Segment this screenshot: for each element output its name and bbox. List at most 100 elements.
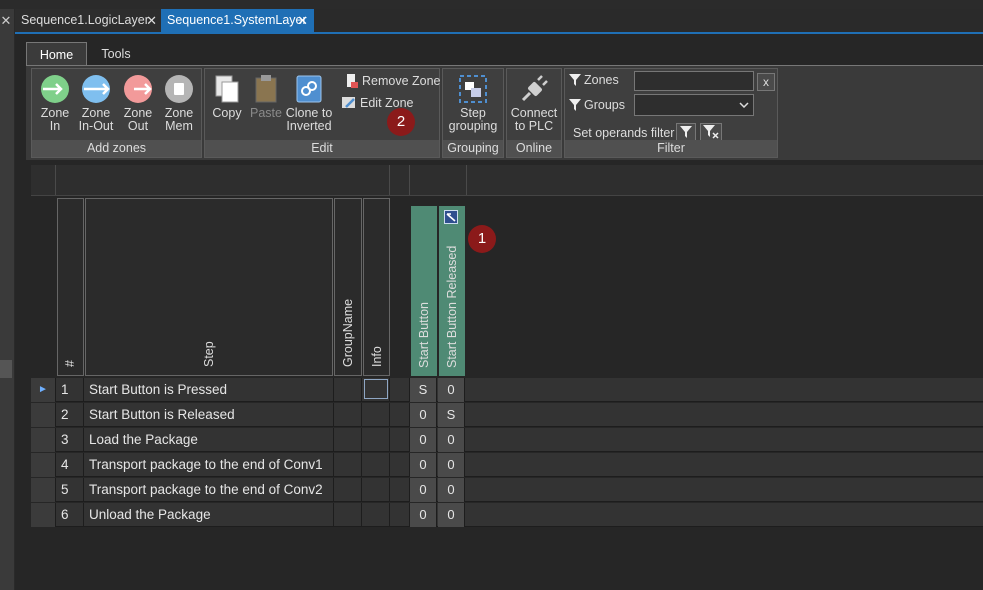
clear-filter-button[interactable] <box>700 123 722 141</box>
ribbon-tab-home[interactable]: Home <box>26 42 87 66</box>
row-selector[interactable] <box>31 403 56 427</box>
groups-filter-label: Groups <box>569 98 625 112</box>
funnel-icon <box>569 99 581 111</box>
row-info[interactable] <box>362 428 390 452</box>
table-row[interactable]: 2 Start Button is Released 0 S <box>31 403 983 427</box>
row-index[interactable]: 1 <box>56 378 84 402</box>
zone-in-out-button[interactable]: Zone In-Out <box>76 73 116 133</box>
tab-system-layer[interactable]: Sequence1.SystemLayer ✕ <box>161 9 314 32</box>
zone-column-header[interactable]: Start Button Released <box>439 206 465 376</box>
zone-cell[interactable]: 0 <box>438 453 465 477</box>
row-gap[interactable] <box>390 453 410 477</box>
row-step[interactable]: Load the Package <box>84 428 334 452</box>
funnel-icon <box>680 126 692 138</box>
row-groupname[interactable] <box>334 403 362 427</box>
row-groupname[interactable] <box>334 453 362 477</box>
groups-filter-select[interactable] <box>634 94 754 116</box>
zone-cell[interactable]: 0 <box>410 428 437 452</box>
row-gap[interactable] <box>390 478 410 502</box>
zone-in-button[interactable]: Zone In <box>35 73 75 133</box>
table-row[interactable]: 6 Unload the Package 0 0 <box>31 503 983 527</box>
left-panel-edge <box>0 9 14 590</box>
row-index[interactable]: 6 <box>56 503 84 527</box>
row-step[interactable]: Unload the Package <box>84 503 334 527</box>
row-selector[interactable] <box>31 503 56 527</box>
tab-close-icon[interactable]: ✕ <box>297 9 308 32</box>
tab-logic-layer[interactable]: Sequence1.LogicLayer ✕ <box>15 9 163 32</box>
zone-cell[interactable]: 0 <box>438 428 465 452</box>
zone-cell[interactable]: 0 <box>438 503 465 527</box>
zone-column-header[interactable]: Start Button <box>411 206 437 376</box>
zone-edit-icon[interactable] <box>444 210 458 224</box>
zone-out-button[interactable]: Zone Out <box>118 73 158 133</box>
tab-label: Sequence1.LogicLayer <box>21 13 149 27</box>
row-groupname[interactable] <box>334 428 362 452</box>
column-header-info[interactable]: Info <box>363 198 390 376</box>
copy-button[interactable]: Copy <box>207 73 247 120</box>
table-row[interactable]: 3 Load the Package 0 0 <box>31 428 983 452</box>
button-label: Inverted <box>286 119 332 133</box>
button-label: In-Out <box>78 119 114 133</box>
zone-cell[interactable]: 0 <box>438 478 465 502</box>
row-selector[interactable] <box>31 428 56 452</box>
callout-badge: 2 <box>387 108 415 136</box>
row-info[interactable] <box>362 453 390 477</box>
zone-cell[interactable]: S <box>438 403 465 427</box>
row-gap[interactable] <box>390 503 410 527</box>
chevron-down-icon <box>739 102 749 108</box>
remove-zone-button[interactable]: Remove Zone <box>345 73 441 89</box>
zone-cell[interactable]: 0 <box>410 453 437 477</box>
row-step[interactable]: Transport package to the end of Conv2 <box>84 478 334 502</box>
row-info[interactable] <box>362 403 390 427</box>
row-index[interactable]: 4 <box>56 453 84 477</box>
zones-filter-input[interactable] <box>634 71 754 91</box>
row-selector[interactable] <box>31 453 56 477</box>
row-index[interactable]: 3 <box>56 428 84 452</box>
header-separator <box>409 165 410 195</box>
step-grouping-button[interactable]: Step grouping <box>445 73 501 133</box>
apply-filter-button[interactable] <box>676 123 696 141</box>
zone-mem-button[interactable]: Zone Mem <box>159 73 199 133</box>
button-label: Paste <box>250 106 282 120</box>
zone-cell[interactable]: 0 <box>438 378 465 402</box>
tab-close-icon[interactable]: ✕ <box>146 9 157 32</box>
row-groupname[interactable] <box>334 503 362 527</box>
row-gap[interactable] <box>390 403 410 427</box>
row-index[interactable]: 5 <box>56 478 84 502</box>
left-close-icon[interactable]: ✕ <box>0 12 12 30</box>
column-header-groupname[interactable]: GroupName <box>334 198 362 376</box>
zone-cell[interactable]: 0 <box>410 478 437 502</box>
table-row[interactable]: ► 1 Start Button is Pressed S 0 <box>31 378 983 402</box>
clone-to-inverted-button[interactable]: Clone to Inverted <box>285 73 333 133</box>
row-groupname[interactable] <box>334 478 362 502</box>
ribbon-tab-tools[interactable]: Tools <box>96 42 136 66</box>
connect-to-plc-button[interactable]: Connect to PLC <box>509 73 559 133</box>
zone-cell[interactable]: 0 <box>410 403 437 427</box>
row-info[interactable] <box>362 503 390 527</box>
row-step[interactable]: Transport package to the end of Conv1 <box>84 453 334 477</box>
row-gap[interactable] <box>390 378 410 402</box>
row-gap[interactable] <box>390 428 410 452</box>
paste-button[interactable]: Paste <box>247 73 285 120</box>
column-header-index[interactable]: # <box>57 198 84 376</box>
group-add-zones: Zone In Zone In-Out Zone Out Zone Mem Ad… <box>31 68 202 158</box>
left-panel-marker <box>0 360 12 378</box>
row-step[interactable]: Start Button is Pressed <box>84 378 334 402</box>
row-groupname[interactable] <box>334 378 362 402</box>
row-selector[interactable]: ► <box>31 378 56 402</box>
row-selector[interactable] <box>31 478 56 502</box>
zone-cell[interactable]: S <box>410 378 437 402</box>
clear-zones-button[interactable]: x <box>757 73 775 91</box>
button-label: In <box>49 119 61 133</box>
header-label: # <box>62 360 77 367</box>
row-index[interactable]: 2 <box>56 403 84 427</box>
clone-icon <box>296 75 322 103</box>
column-header-step[interactable]: Step <box>85 198 333 376</box>
table-row[interactable]: 5 Transport package to the end of Conv2 0 0 <box>31 478 983 502</box>
zone-cell[interactable]: 0 <box>410 503 437 527</box>
row-info[interactable] <box>362 478 390 502</box>
table-row[interactable]: 4 Transport package to the end of Conv1 0 0 <box>31 453 983 477</box>
row-step[interactable]: Start Button is Released <box>84 403 334 427</box>
zone-in-out-icon <box>82 75 110 103</box>
info-cell-editor[interactable] <box>364 379 388 399</box>
